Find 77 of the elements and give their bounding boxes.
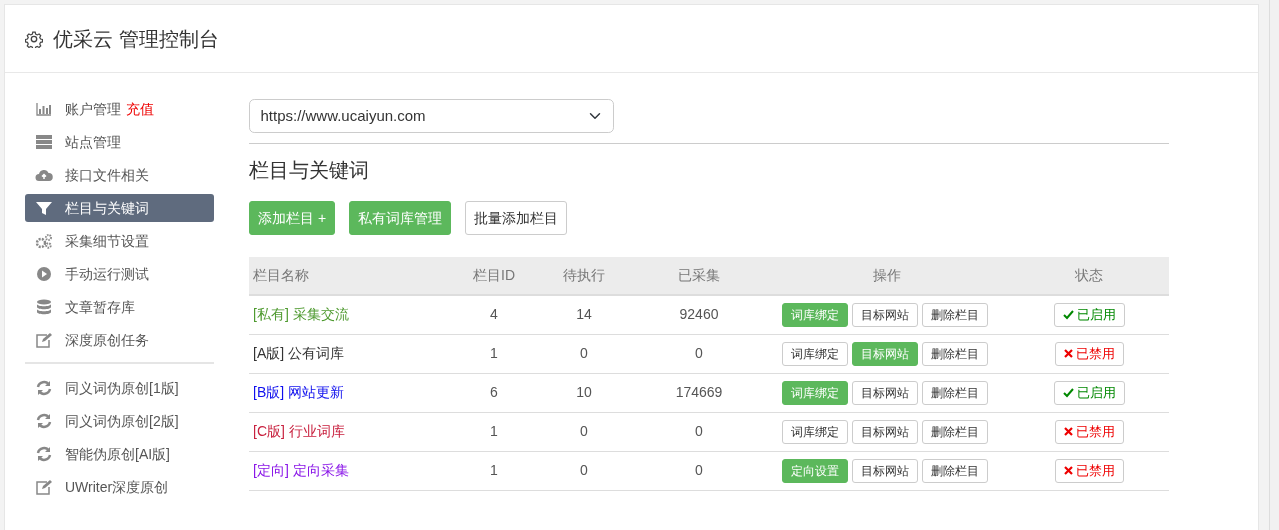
table-cell: 6 — [454, 373, 534, 412]
action-button[interactable]: 删除栏目 — [921, 458, 988, 483]
sidebar-item[interactable]: 同义词伪原创[2版] — [25, 407, 214, 435]
table-cell: 0 — [534, 451, 634, 490]
cross-icon — [1063, 466, 1073, 475]
sidebar-item[interactable]: 手动运行测试 — [25, 260, 214, 288]
table-cell: 1 — [454, 451, 534, 490]
sidebar-item[interactable]: 同义词伪原创[1版] — [25, 374, 214, 402]
sidebar-item[interactable]: 账户管理 充值 — [25, 95, 214, 123]
column-name: [定向] 定向采集 — [249, 451, 454, 490]
action-button[interactable]: 目标网站 — [851, 380, 918, 405]
action-button[interactable]: 删除栏目 — [921, 419, 988, 444]
database-icon — [35, 299, 53, 315]
play-icon — [35, 266, 53, 282]
sidebar-item[interactable]: 采集细节设置 — [25, 227, 214, 255]
action-button[interactable]: 删除栏目 — [921, 380, 988, 405]
sidebar-item[interactable]: 智能伪原创[AI版] — [25, 440, 214, 468]
action-button[interactable]: 删除栏目 — [921, 302, 988, 327]
console-title: 优采云 管理控制台 — [53, 26, 219, 51]
table-cell: 0 — [534, 334, 634, 373]
settings-icon — [25, 29, 43, 48]
column-name: [B版] 网站更新 — [249, 373, 454, 412]
table-cell: 1 — [454, 412, 534, 451]
status-button[interactable]: 已禁用 — [1054, 341, 1124, 366]
status-button[interactable]: 已启用 — [1053, 380, 1125, 405]
refresh-icon — [35, 380, 53, 396]
sidebar-item[interactable]: 深度原创任务 — [25, 326, 214, 354]
column-header: 待执行 — [534, 257, 634, 295]
check-icon — [1062, 387, 1074, 398]
section-title: 栏目与关键词 — [249, 158, 370, 182]
refresh-icon — [35, 413, 53, 429]
table-cell: 14 — [534, 295, 634, 334]
filter-icon — [35, 200, 53, 216]
site-select[interactable]: https://www.ucaiyun.com — [249, 99, 614, 133]
table-cell: 1 — [454, 334, 534, 373]
status-button[interactable]: 已禁用 — [1054, 458, 1124, 483]
column-name: [私有] 采集交流 — [249, 295, 454, 334]
refresh-icon — [35, 446, 53, 462]
column-name: [A版] 公有词库 — [249, 334, 454, 373]
cross-icon — [1063, 349, 1073, 358]
action-button[interactable]: 词库绑定 — [781, 419, 848, 444]
sidebar-item[interactable]: 接口文件相关 — [25, 161, 214, 189]
sidebar-item[interactable]: 文章暂存库 — [25, 293, 214, 321]
table-cell: 92460 — [634, 295, 764, 334]
edit-icon — [35, 332, 53, 348]
cloud-upload-icon — [35, 167, 53, 183]
column-name: [C版] 行业词库 — [249, 412, 454, 451]
server-icon — [35, 134, 53, 150]
recharge-link[interactable]: 充值 — [126, 98, 154, 120]
action-button[interactable]: 目标网站 — [851, 302, 918, 327]
table-cell: 0 — [634, 334, 764, 373]
table-cell: 4 — [454, 295, 534, 334]
sidebar-item[interactable]: 站点管理 — [25, 128, 214, 156]
table-cell: 0 — [634, 412, 764, 451]
status-button[interactable]: 已禁用 — [1054, 419, 1124, 444]
column-header: 栏目ID — [454, 257, 534, 295]
action-button[interactable]: 删除栏目 — [921, 341, 988, 366]
sidebar-item[interactable]: 栏目与关键词 — [25, 194, 214, 222]
column-header: 已采集 — [634, 257, 764, 295]
edit-icon — [35, 479, 53, 495]
status-button[interactable]: 已启用 — [1053, 302, 1125, 327]
table-cell: 174669 — [634, 373, 764, 412]
cross-icon — [1063, 427, 1073, 436]
action-button[interactable]: 目标网站 — [851, 419, 918, 444]
gears-icon — [35, 233, 53, 249]
table-cell: 0 — [534, 412, 634, 451]
action-button[interactable]: 词库绑定 — [781, 341, 848, 366]
column-header: 操作 — [764, 257, 1009, 295]
table-cell: 10 — [534, 373, 634, 412]
toolbar-button[interactable]: 批量添加栏目 — [465, 201, 568, 235]
check-icon — [1062, 309, 1074, 320]
action-button[interactable]: 目标网站 — [851, 458, 918, 483]
table-cell: 0 — [634, 451, 764, 490]
bar-chart-icon — [35, 101, 53, 117]
sidebar-item[interactable]: UWriter深度原创 — [25, 473, 214, 501]
column-header: 状态 — [1009, 257, 1169, 295]
column-header: 栏目名称 — [249, 257, 454, 295]
